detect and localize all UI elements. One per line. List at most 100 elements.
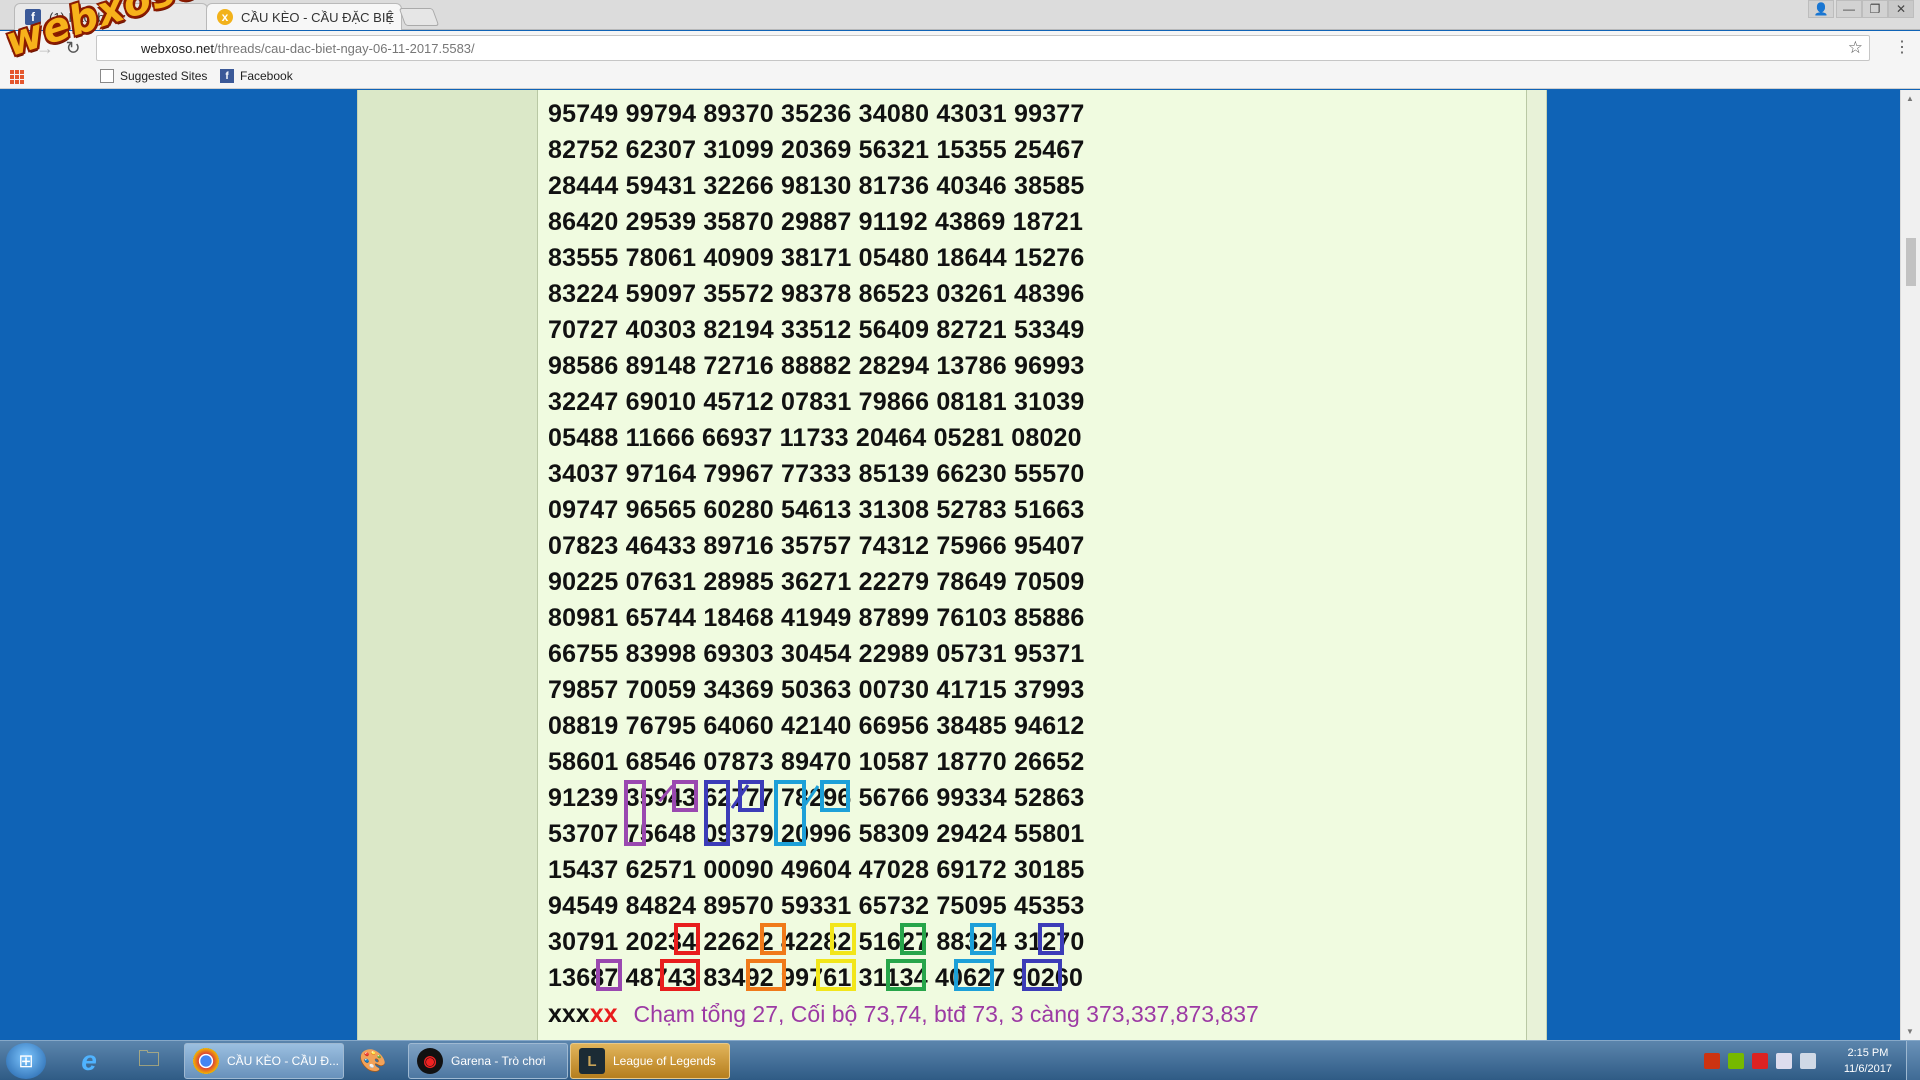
taskbar-garena[interactable]: ◉ Garena - Trò chơi [408,1043,568,1079]
number-row: 15437 62571 00090 49604 47028 69172 3018… [548,856,1085,884]
scroll-up-arrow-icon[interactable]: ▲ [1906,94,1914,103]
highlight-box [970,923,996,955]
scroll-down-arrow-icon[interactable]: ▼ [1906,1027,1914,1036]
restore-button[interactable]: ❐ [1862,0,1888,18]
internet-explorer-icon[interactable]: e [62,1044,116,1078]
placeholder-digits: xxx [548,1000,590,1028]
clock-date: 11/6/2017 [1843,1063,1892,1075]
highlight-box [704,780,730,846]
bookmark-label: Facebook [240,69,293,83]
number-row: 82752 62307 31099 20369 56321 15355 2546… [548,136,1085,164]
number-row: 83224 59097 35572 98378 86523 03261 4839… [548,280,1085,308]
task-label: CẦU KÈO - CẦU Đ... [227,1054,340,1068]
task-label: League of Legends [613,1054,716,1068]
prediction-note: Chạm tổng 27, Cối bộ 73,74, btđ 73, 3 cà… [633,1001,1259,1027]
number-row: 05488 11666 66937 11733 20464 05281 0802… [548,424,1082,452]
number-rows: 95749 99794 89370 35236 34080 43031 9937… [548,96,1259,1032]
number-row: 98586 89148 72716 88882 28294 13786 9699… [548,352,1085,380]
tab-cau-keo[interactable]: x CẦU KÈO - CẦU ĐẶC BIỆ × [206,3,402,30]
apps-icon[interactable] [10,70,24,84]
chrome-icon [193,1048,219,1074]
highlight-box [1022,959,1062,991]
url-path: /threads/cau-dac-biet-ngay-06-11-2017.55… [214,40,475,56]
number-row: 08819 76795 64060 42140 66956 38485 9461… [548,712,1085,740]
number-row: 32247 69010 45712 07831 79866 08181 3103… [548,388,1085,416]
highlight-box [954,959,994,991]
number-row: 28444 59431 32266 98130 81736 40346 3858… [548,172,1085,200]
network-tray-icon[interactable] [1776,1053,1792,1069]
post-body: 95749 99794 89370 35236 34080 43031 9937… [538,90,1527,1040]
number-row: 80981 65744 18468 41949 87899 76103 8588… [548,604,1085,632]
number-row: 90225 07631 28985 36271 22279 78649 7050… [548,568,1085,596]
highlight-box [672,780,698,812]
highlight-box [1038,923,1064,955]
highlight-box [820,780,850,812]
post-user-column [358,90,538,1040]
number-row: 95749 99794 89370 35236 34080 43031 9937… [548,100,1085,128]
highlight-box [816,959,856,991]
number-row: 66755 83998 69303 30454 22989 05731 9537… [548,640,1085,668]
bookmarks-bar: Suggested Sites f Facebook [0,65,1920,89]
highlight-box [900,923,926,955]
page-viewport: 95749 99794 89370 35236 34080 43031 9937… [0,90,1920,1040]
start-button-icon[interactable]: ⊞ [6,1043,46,1079]
number-row: 79857 70059 34369 50363 00730 41715 3799… [548,676,1085,704]
minimize-button[interactable]: — [1836,0,1862,18]
tab-close-icon[interactable]: × [385,9,393,25]
close-window-button[interactable]: ✕ [1888,0,1914,18]
bookmark-suggested-sites[interactable]: Suggested Sites [100,69,207,83]
placeholder-digits-red: xx [589,1000,618,1028]
nvidia-tray-icon[interactable] [1728,1053,1744,1069]
facebook-icon: f [220,69,234,83]
number-row: 83555 78061 40909 38171 05480 18644 1527… [548,244,1085,272]
number-row: 91239 35943 62777 78296 56766 99334 5286… [548,784,1085,812]
taskbar-clock[interactable]: 2:15 PM 11/6/2017 [1844,1045,1892,1077]
highlight-box [624,780,646,846]
highlight-box [674,923,700,955]
screen: f (1) Facebook x CẦU KÈO - CẦU ĐẶC BIỆ ×… [0,0,1920,1080]
chrome-menu-icon[interactable]: ⋮ [1894,37,1910,57]
page-scrollbar[interactable]: ▲ ▼ [1900,90,1920,1040]
windows-taskbar: ⊞ e 🗀 CẦU KÈO - CẦU Đ... 🎨 ◉ Garena - Tr… [0,1040,1920,1080]
number-row: 07823 46433 89716 35757 74312 75966 9540… [548,532,1085,560]
prediction-line: xxxxx Chạm tổng 27, Cối bộ 73,74, btđ 73,… [548,996,1259,1032]
scroll-thumb[interactable] [1906,238,1916,286]
garena-tray-icon[interactable] [1704,1053,1720,1069]
highlight-box [660,959,700,991]
address-bar[interactable]: webxoso.net/threads/cau-dac-biet-ngay-06… [96,35,1870,61]
vietkey-tray-icon[interactable] [1752,1053,1768,1069]
new-tab-button[interactable] [398,8,440,26]
bookmark-star-icon[interactable]: ☆ [1848,38,1863,58]
url-host: webxoso.net [141,40,214,56]
volume-tray-icon[interactable] [1800,1053,1816,1069]
number-row: 94549 84824 89570 59331 65732 75095 4535… [548,892,1085,920]
tab-label: CẦU KÈO - CẦU ĐẶC BIỆ [241,9,395,25]
number-row: 09747 96565 60280 54613 31308 52783 5166… [548,496,1085,524]
show-desktop-button[interactable] [1906,1041,1920,1080]
league-of-legends-icon: L [579,1048,605,1074]
bookmark-facebook[interactable]: f Facebook [220,69,293,83]
browser-toolbar: ← → ↻ webxoso.net/threads/cau-dac-biet-n… [0,31,1920,65]
highlight-box [746,959,786,991]
taskbar-league-of-legends[interactable]: L League of Legends [570,1043,730,1079]
number-row: 86420 29539 35870 29887 91192 43869 1872… [548,208,1084,236]
taskbar-chrome[interactable]: CẦU KÈO - CẦU Đ... [184,1043,344,1079]
highlight-box [596,959,622,991]
task-label: Garena - Trò chơi [451,1054,546,1068]
bookmark-label: Suggested Sites [120,69,208,83]
number-row: 70727 40303 82194 33512 56409 82721 5334… [548,316,1085,344]
paint-icon[interactable]: 🎨 [346,1044,400,1078]
highlight-box [830,923,856,955]
number-row: 53707 75648 09379 20996 58309 29424 5580… [548,820,1085,848]
forum-content: 95749 99794 89370 35236 34080 43031 9937… [357,90,1547,1040]
number-row: 58601 68546 07873 89470 10587 18770 2665… [548,748,1085,776]
page-icon [100,69,114,83]
webxoso-favicon-icon: x [217,9,233,25]
number-row: 34037 97164 79967 77333 85139 66230 5557… [548,460,1085,488]
file-explorer-icon[interactable]: 🗀 [122,1044,176,1078]
garena-icon: ◉ [417,1048,443,1074]
highlight-box [886,959,926,991]
highlight-box [774,780,806,846]
user-icon[interactable]: 👤 [1808,0,1834,18]
highlight-box [760,923,786,955]
